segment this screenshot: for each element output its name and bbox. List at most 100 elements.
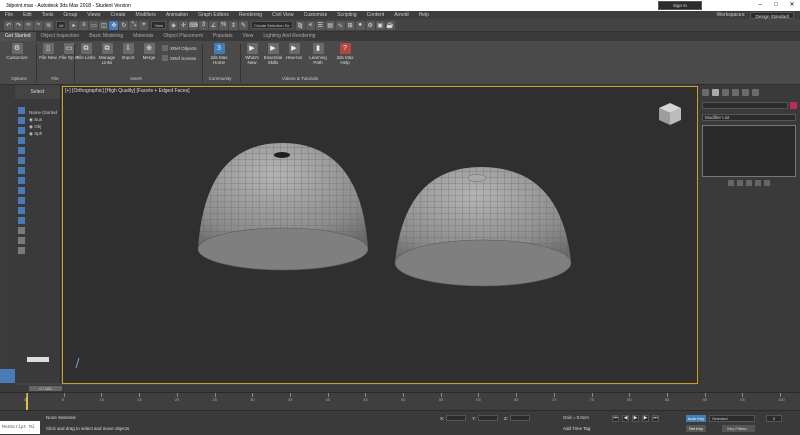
- filter-xrefs-icon[interactable]: [18, 177, 25, 184]
- rectangular-selection-icon[interactable]: ▭: [89, 20, 99, 30]
- display-tab-icon[interactable]: [742, 89, 749, 96]
- filter-all-icon[interactable]: [18, 227, 25, 234]
- viewport-orthographic[interactable]: [+] [Orthographic] [High Quality] [Facet…: [62, 86, 698, 384]
- close-button[interactable]: ✕: [784, 0, 800, 11]
- menu-create[interactable]: Create: [106, 11, 131, 19]
- go-to-start-icon[interactable]: ⏮: [612, 415, 619, 422]
- merge-button[interactable]: ⊕ Merge: [139, 43, 159, 60]
- show-end-result-icon[interactable]: [737, 180, 743, 186]
- view-cube-icon[interactable]: [657, 101, 683, 127]
- whats-new-button[interactable]: ▶ What's New: [242, 43, 262, 65]
- menu-edit[interactable]: Edit: [18, 11, 37, 19]
- file-new-button[interactable]: ▯ File New: [38, 43, 58, 60]
- configure-sets-icon[interactable]: [764, 180, 770, 186]
- window-crossing-icon[interactable]: ◫: [99, 20, 109, 30]
- x-field[interactable]: [446, 415, 467, 421]
- menu-views[interactable]: Views: [82, 11, 105, 19]
- select-and-place-icon[interactable]: ⌖: [139, 20, 149, 30]
- manage-links-button[interactable]: ⧉ Manage Links: [97, 43, 117, 65]
- object-color-swatch[interactable]: [790, 102, 797, 109]
- menu-file[interactable]: File: [0, 11, 18, 19]
- learning-path-button[interactable]: ▮ Learning Path: [305, 43, 331, 65]
- previous-frame-icon[interactable]: ◀: [622, 415, 629, 422]
- align-icon[interactable]: ⫷: [305, 20, 315, 30]
- menu-animation[interactable]: Animation: [161, 11, 193, 19]
- filter-lights-icon[interactable]: [18, 127, 25, 134]
- go-to-end-icon[interactable]: ⏭: [652, 415, 659, 422]
- bind-space-warp-icon[interactable]: ≋: [44, 20, 53, 30]
- filter-none-icon[interactable]: [18, 237, 25, 244]
- select-and-rotate-icon[interactable]: ↻: [119, 20, 129, 30]
- tab-populate[interactable]: Populate: [208, 32, 238, 41]
- redo-icon[interactable]: ↷: [14, 20, 23, 30]
- menu-graph-editors[interactable]: Graph Editors: [193, 11, 234, 19]
- menu-content[interactable]: Content: [362, 11, 390, 19]
- pin-stack-icon[interactable]: [728, 180, 734, 186]
- menu-modifiers[interactable]: Modifiers: [131, 11, 161, 19]
- selection-filter-dropdown[interactable]: All: [56, 21, 67, 29]
- menu-help[interactable]: Help: [414, 11, 434, 19]
- workspace-dropdown[interactable]: Design Standard: [750, 11, 794, 19]
- filter-groups-icon[interactable]: [18, 167, 25, 174]
- tab-object-inspection[interactable]: Object Inspection: [36, 32, 85, 41]
- filter-helpers-icon[interactable]: [18, 147, 25, 154]
- import-button[interactable]: ⇩ Import: [118, 43, 138, 60]
- rendered-frame-icon[interactable]: ▣: [375, 20, 385, 30]
- motion-tab-icon[interactable]: [732, 89, 739, 96]
- render-setup-icon[interactable]: ⚙: [365, 20, 375, 30]
- snaps-toggle-icon[interactable]: 3: [199, 20, 209, 30]
- filter-geometry-icon[interactable]: [18, 107, 25, 114]
- object-name-field[interactable]: [702, 102, 788, 109]
- make-unique-icon[interactable]: [746, 180, 752, 186]
- 3ds-max-home-button[interactable]: 3 3ds Max Home: [206, 43, 232, 65]
- filter-invert-icon[interactable]: [18, 247, 25, 254]
- modifier-stack[interactable]: [702, 125, 796, 177]
- unlink-icon[interactable]: ≈: [34, 20, 43, 30]
- select-manipulate-icon[interactable]: ✛: [179, 20, 189, 30]
- schematic-view-icon[interactable]: ⊞: [345, 20, 355, 30]
- xref-scenes-button[interactable]: XRef Scenes: [162, 53, 197, 63]
- tab-view[interactable]: View: [238, 32, 259, 41]
- filter-frozen-icon[interactable]: [18, 207, 25, 214]
- hemisphere-right[interactable]: [391, 161, 575, 287]
- spinner-snap-icon[interactable]: ⇕: [229, 20, 239, 30]
- render-icon[interactable]: ☕: [385, 20, 395, 30]
- auto-key-button[interactable]: Auto Key: [686, 415, 706, 422]
- tab-materials[interactable]: Materials: [128, 32, 158, 41]
- angle-snap-icon[interactable]: ∠: [209, 20, 219, 30]
- explorer-toggle[interactable]: [0, 369, 15, 383]
- set-key-button[interactable]: Set Key: [686, 425, 706, 432]
- file-links-button[interactable]: ⧉ File Links: [76, 43, 96, 60]
- xref-objects-button[interactable]: XRef Objects: [162, 43, 197, 53]
- keyboard-shortcut-icon[interactable]: ⌨: [189, 20, 199, 30]
- menu-customize[interactable]: Customize: [299, 11, 333, 19]
- mirror-icon[interactable]: ⧎: [295, 20, 305, 30]
- select-menu[interactable]: Select: [15, 85, 60, 99]
- timeline[interactable]: 0 5 10 15 20 25 30 35 40 45 50 55 60 65 70 75 80 85 90 95 10…: [0, 392, 800, 411]
- list-item[interactable]: ◉ Obj: [29, 123, 61, 130]
- key-filters-button[interactable]: Key Filters...: [722, 425, 755, 432]
- menu-arnold[interactable]: Arnold: [389, 11, 413, 19]
- tab-lighting-and-rendering[interactable]: Lighting And Rendering: [258, 32, 320, 41]
- menu-group[interactable]: Group: [58, 11, 82, 19]
- select-by-name-icon[interactable]: ≡: [79, 20, 89, 30]
- named-selection-dropdown[interactable]: Create Selection Se: [251, 21, 293, 29]
- scene-explorer-icon[interactable]: ☰: [315, 20, 325, 30]
- essential-skills-button[interactable]: ▶ Essential Skills: [263, 43, 283, 65]
- filter-containers-icon[interactable]: [18, 197, 25, 204]
- filter-cameras-icon[interactable]: [18, 137, 25, 144]
- layer-explorer-icon[interactable]: ▤: [325, 20, 335, 30]
- modify-tab-icon[interactable]: [712, 89, 719, 96]
- menu-tools[interactable]: Tools: [37, 11, 59, 19]
- create-tab-icon[interactable]: [702, 89, 709, 96]
- z-field[interactable]: [510, 415, 530, 421]
- curve-editor-icon[interactable]: ∿: [335, 20, 345, 30]
- minimize-button[interactable]: –: [752, 0, 768, 11]
- hemisphere-left[interactable]: [193, 137, 373, 271]
- y-field[interactable]: [478, 415, 499, 421]
- menu-scripting[interactable]: Scripting: [332, 11, 361, 19]
- tab-get-started[interactable]: Get Started: [0, 32, 36, 41]
- percent-snap-icon[interactable]: %: [219, 20, 229, 30]
- edit-named-selection-icon[interactable]: ✎: [239, 20, 249, 30]
- filter-spacewarps-icon[interactable]: [18, 157, 25, 164]
